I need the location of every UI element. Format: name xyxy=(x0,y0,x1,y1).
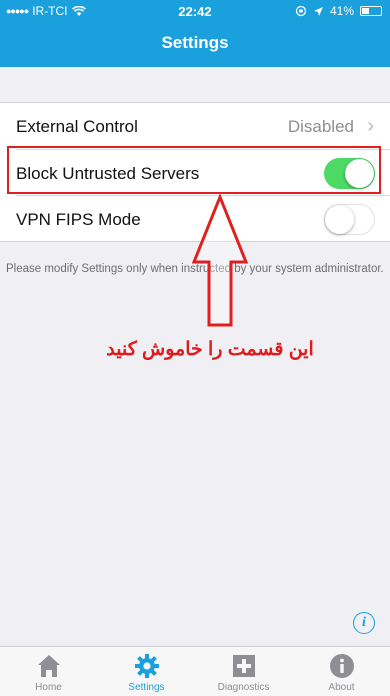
highlight-box xyxy=(7,146,381,194)
annotation-text: این قسمت را خاموش کنید xyxy=(106,339,314,360)
toggle-knob xyxy=(325,205,354,234)
tab-diagnostics[interactable]: Diagnostics xyxy=(195,647,292,696)
tab-settings[interactable]: Settings xyxy=(98,647,195,696)
chevron-right-icon: › xyxy=(367,115,374,137)
battery-percent: 41% xyxy=(329,4,354,18)
tab-about-label: About xyxy=(328,682,355,693)
tab-bar: Home Settings Diagnostics About xyxy=(0,646,390,696)
vpn-fips-mode-label: VPN FIPS Mode xyxy=(16,210,141,229)
location-arrow-icon xyxy=(313,6,323,16)
plus-box-icon xyxy=(233,655,255,677)
tab-diagnostics-label: Diagnostics xyxy=(217,682,270,693)
gear-icon xyxy=(135,654,159,678)
orientation-lock-icon xyxy=(295,5,307,17)
tab-home-label: Home xyxy=(35,682,62,693)
info-button[interactable]: i xyxy=(353,612,375,634)
tab-settings-label: Settings xyxy=(128,682,165,693)
external-control-label: External Control xyxy=(16,117,138,136)
info-icon xyxy=(330,654,354,678)
tab-about[interactable]: About xyxy=(293,647,390,696)
vpn-fips-mode-toggle[interactable] xyxy=(324,204,375,235)
battery-icon xyxy=(360,6,382,16)
home-icon xyxy=(38,655,60,677)
external-control-value: Disabled xyxy=(287,117,354,136)
nav-header: ●●●●● IR-TCI 22:42 41% Settings xyxy=(0,0,390,67)
status-right: 41% xyxy=(295,4,382,18)
external-control-row[interactable]: External Control Disabled › xyxy=(0,103,390,149)
page-title: Settings xyxy=(161,33,229,52)
tab-home[interactable]: Home xyxy=(0,647,97,696)
status-bar: ●●●●● IR-TCI 22:42 41% xyxy=(0,0,390,22)
up-arrow-annotation xyxy=(191,194,249,327)
